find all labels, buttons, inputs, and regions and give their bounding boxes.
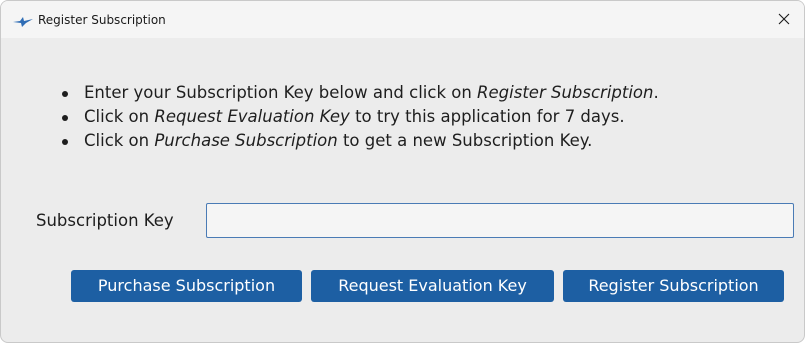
instruction-text: Click on: [84, 107, 155, 126]
instruction-item: Click on Request Evaluation Key to try t…: [55, 105, 659, 129]
subscription-key-input[interactable]: [206, 203, 794, 238]
instruction-emphasis: Request Evaluation Key: [154, 107, 350, 126]
title-bar[interactable]: Register Subscription: [1, 1, 804, 38]
instruction-text: Enter your Subscription Key below and cl…: [84, 83, 478, 102]
instruction-text: to get a new Subscription Key.: [337, 131, 593, 150]
register-subscription-button[interactable]: Register Subscription: [563, 270, 784, 302]
register-subscription-dialog: Register Subscription Enter your Subscri…: [0, 0, 805, 343]
subscription-key-label: Subscription Key: [36, 211, 174, 230]
window-title: Register Subscription: [38, 13, 166, 27]
instructions-list: Enter your Subscription Key below and cl…: [55, 81, 659, 153]
instruction-item: Click on Purchase Subscription to get a …: [55, 129, 659, 153]
instruction-text: to try this application for 7 days.: [349, 107, 625, 126]
instruction-emphasis: Register Subscription: [477, 83, 654, 102]
app-bird-icon: [12, 13, 34, 27]
close-icon: [778, 10, 790, 29]
request-evaluation-key-button[interactable]: Request Evaluation Key: [311, 270, 554, 302]
instruction-item: Enter your Subscription Key below and cl…: [55, 81, 659, 105]
close-button[interactable]: [764, 1, 804, 38]
instruction-text: .: [653, 83, 659, 102]
instruction-emphasis: Purchase Subscription: [154, 131, 338, 150]
purchase-subscription-button[interactable]: Purchase Subscription: [71, 270, 302, 302]
instruction-text: Click on: [84, 131, 155, 150]
